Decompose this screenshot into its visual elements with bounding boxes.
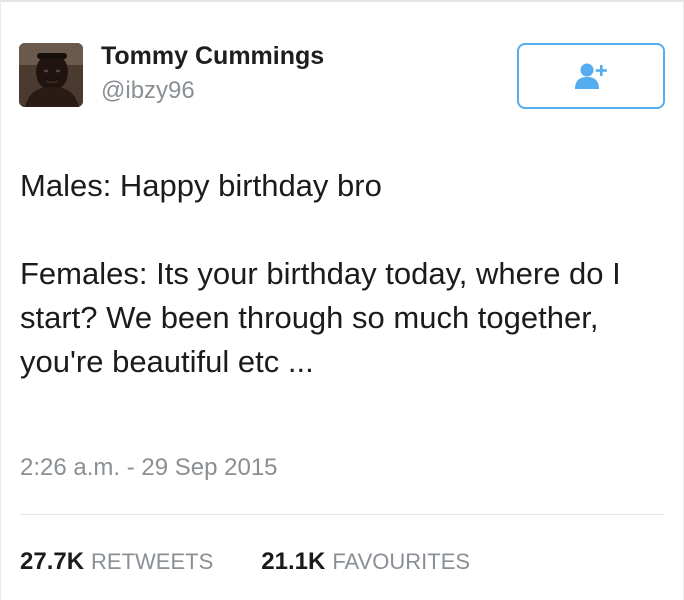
divider — [20, 514, 664, 515]
favourites-label: FAVOURITES — [332, 549, 471, 574]
retweets-count: 27.7K — [20, 548, 85, 575]
tweet-card: Tommy Cummings @ibzy96 Males: Happy birt… — [0, 0, 684, 600]
follow-button[interactable] — [517, 43, 665, 109]
favourites-stat[interactable]: 21.1K FAVOURITES — [261, 548, 470, 576]
tweet-timestamp[interactable]: 2:26 a.m. - 29 Sep 2015 — [20, 454, 278, 482]
follow-user-plus-icon — [575, 63, 607, 89]
tweet-stats: 27.7K RETWEETS 21.1K FAVOURITES — [20, 548, 470, 576]
favourites-count: 21.1K — [261, 548, 326, 575]
avatar[interactable] — [19, 43, 83, 107]
author-handle[interactable]: @ibzy96 — [101, 77, 195, 105]
retweets-stat[interactable]: 27.7K RETWEETS — [20, 548, 213, 576]
tweet-text: Males: Happy birthday bro Females: Its y… — [20, 164, 660, 384]
tweet-text-line-1: Males: Happy birthday bro — [20, 168, 382, 203]
retweets-label: RETWEETS — [91, 549, 214, 574]
tweet-text-line-2: Females: Its your birthday today, where … — [20, 256, 621, 379]
author-display-name[interactable]: Tommy Cummings — [101, 42, 324, 71]
user-avatar-photo-icon — [19, 43, 83, 107]
